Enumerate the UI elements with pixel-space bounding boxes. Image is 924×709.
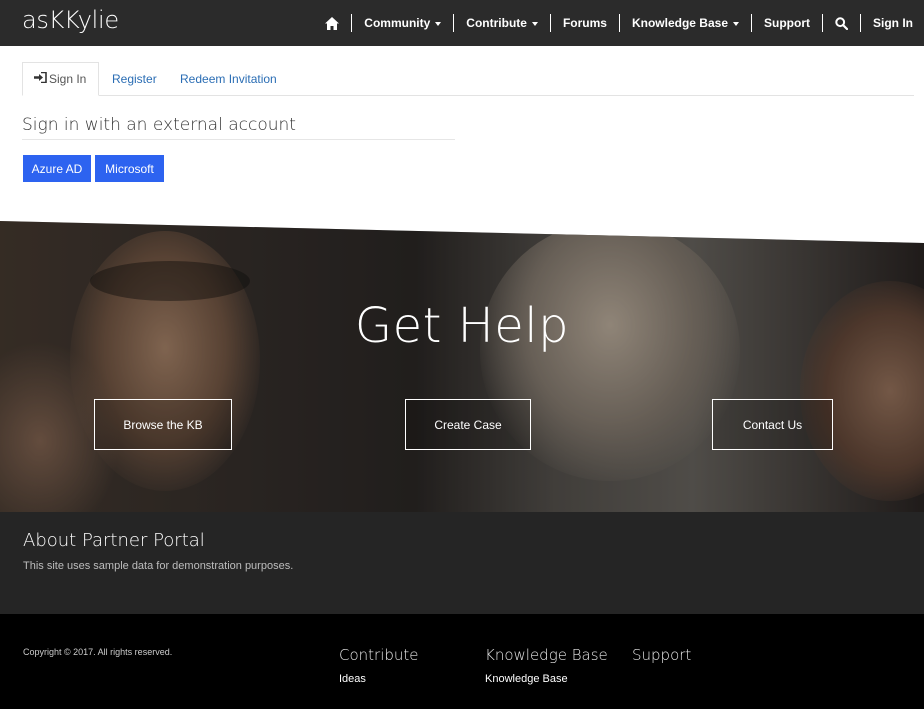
sign-in-icon (34, 71, 47, 86)
nav-knowledge-base-label: Knowledge Base (631, 16, 728, 30)
tab-sign-in[interactable]: Sign In (22, 62, 99, 96)
nav-forums[interactable]: Forums (551, 0, 619, 46)
about-text: This site uses sample data for demonstra… (23, 560, 294, 572)
hero-title: Get Help (354, 298, 570, 354)
tab-register[interactable]: Register (112, 62, 157, 96)
footer-link-knowledge-base[interactable]: Knowledge Base (485, 673, 568, 685)
microsoft-button[interactable]: Microsoft (95, 155, 164, 182)
browse-kb-button[interactable]: Browse the KB (94, 399, 232, 450)
nav-community[interactable]: Community (352, 0, 453, 46)
nav-support[interactable]: Support (752, 0, 822, 46)
tab-redeem-invitation[interactable]: Redeem Invitation (180, 62, 277, 96)
nav-contribute[interactable]: Contribute (454, 0, 550, 46)
auth-tabs: Sign In Register Redeem Invitation (22, 62, 914, 96)
nav-sign-in[interactable]: Sign In (861, 0, 913, 46)
home-icon[interactable] (313, 0, 351, 46)
azure-ad-button[interactable]: Azure AD (23, 155, 91, 182)
top-navbar: asKKylie Community Contribute Forums Kno… (0, 0, 924, 46)
hero-banner-image (0, 221, 924, 512)
about-title: About Partner Portal (23, 530, 205, 551)
nav-community-label: Community (364, 16, 431, 30)
chevron-down-icon (435, 22, 442, 26)
nav-contribute-label: Contribute (466, 16, 527, 30)
footer-knowledge-base-heading[interactable]: Knowledge Base (485, 646, 608, 664)
footer-support-heading[interactable]: Support (632, 646, 691, 664)
nav-knowledge-base[interactable]: Knowledge Base (620, 0, 751, 46)
footer-link-ideas[interactable]: Ideas (339, 673, 366, 685)
contact-us-button[interactable]: Contact Us (712, 399, 833, 450)
external-account-heading: Sign in with an external account (22, 115, 455, 140)
tab-sign-in-label: Sign In (49, 72, 87, 86)
footer (0, 614, 924, 709)
brand-logo[interactable]: asKKylie (22, 6, 119, 34)
footer-contribute-heading[interactable]: Contribute (339, 646, 419, 664)
copyright-text: Copyright © 2017. All rights reserved. (23, 647, 173, 657)
chevron-down-icon (531, 22, 538, 26)
chevron-down-icon (733, 22, 739, 26)
search-icon[interactable] (823, 0, 860, 46)
main-nav: Community Contribute Forums Knowledge Ba… (313, 0, 913, 46)
create-case-button[interactable]: Create Case (405, 399, 531, 450)
